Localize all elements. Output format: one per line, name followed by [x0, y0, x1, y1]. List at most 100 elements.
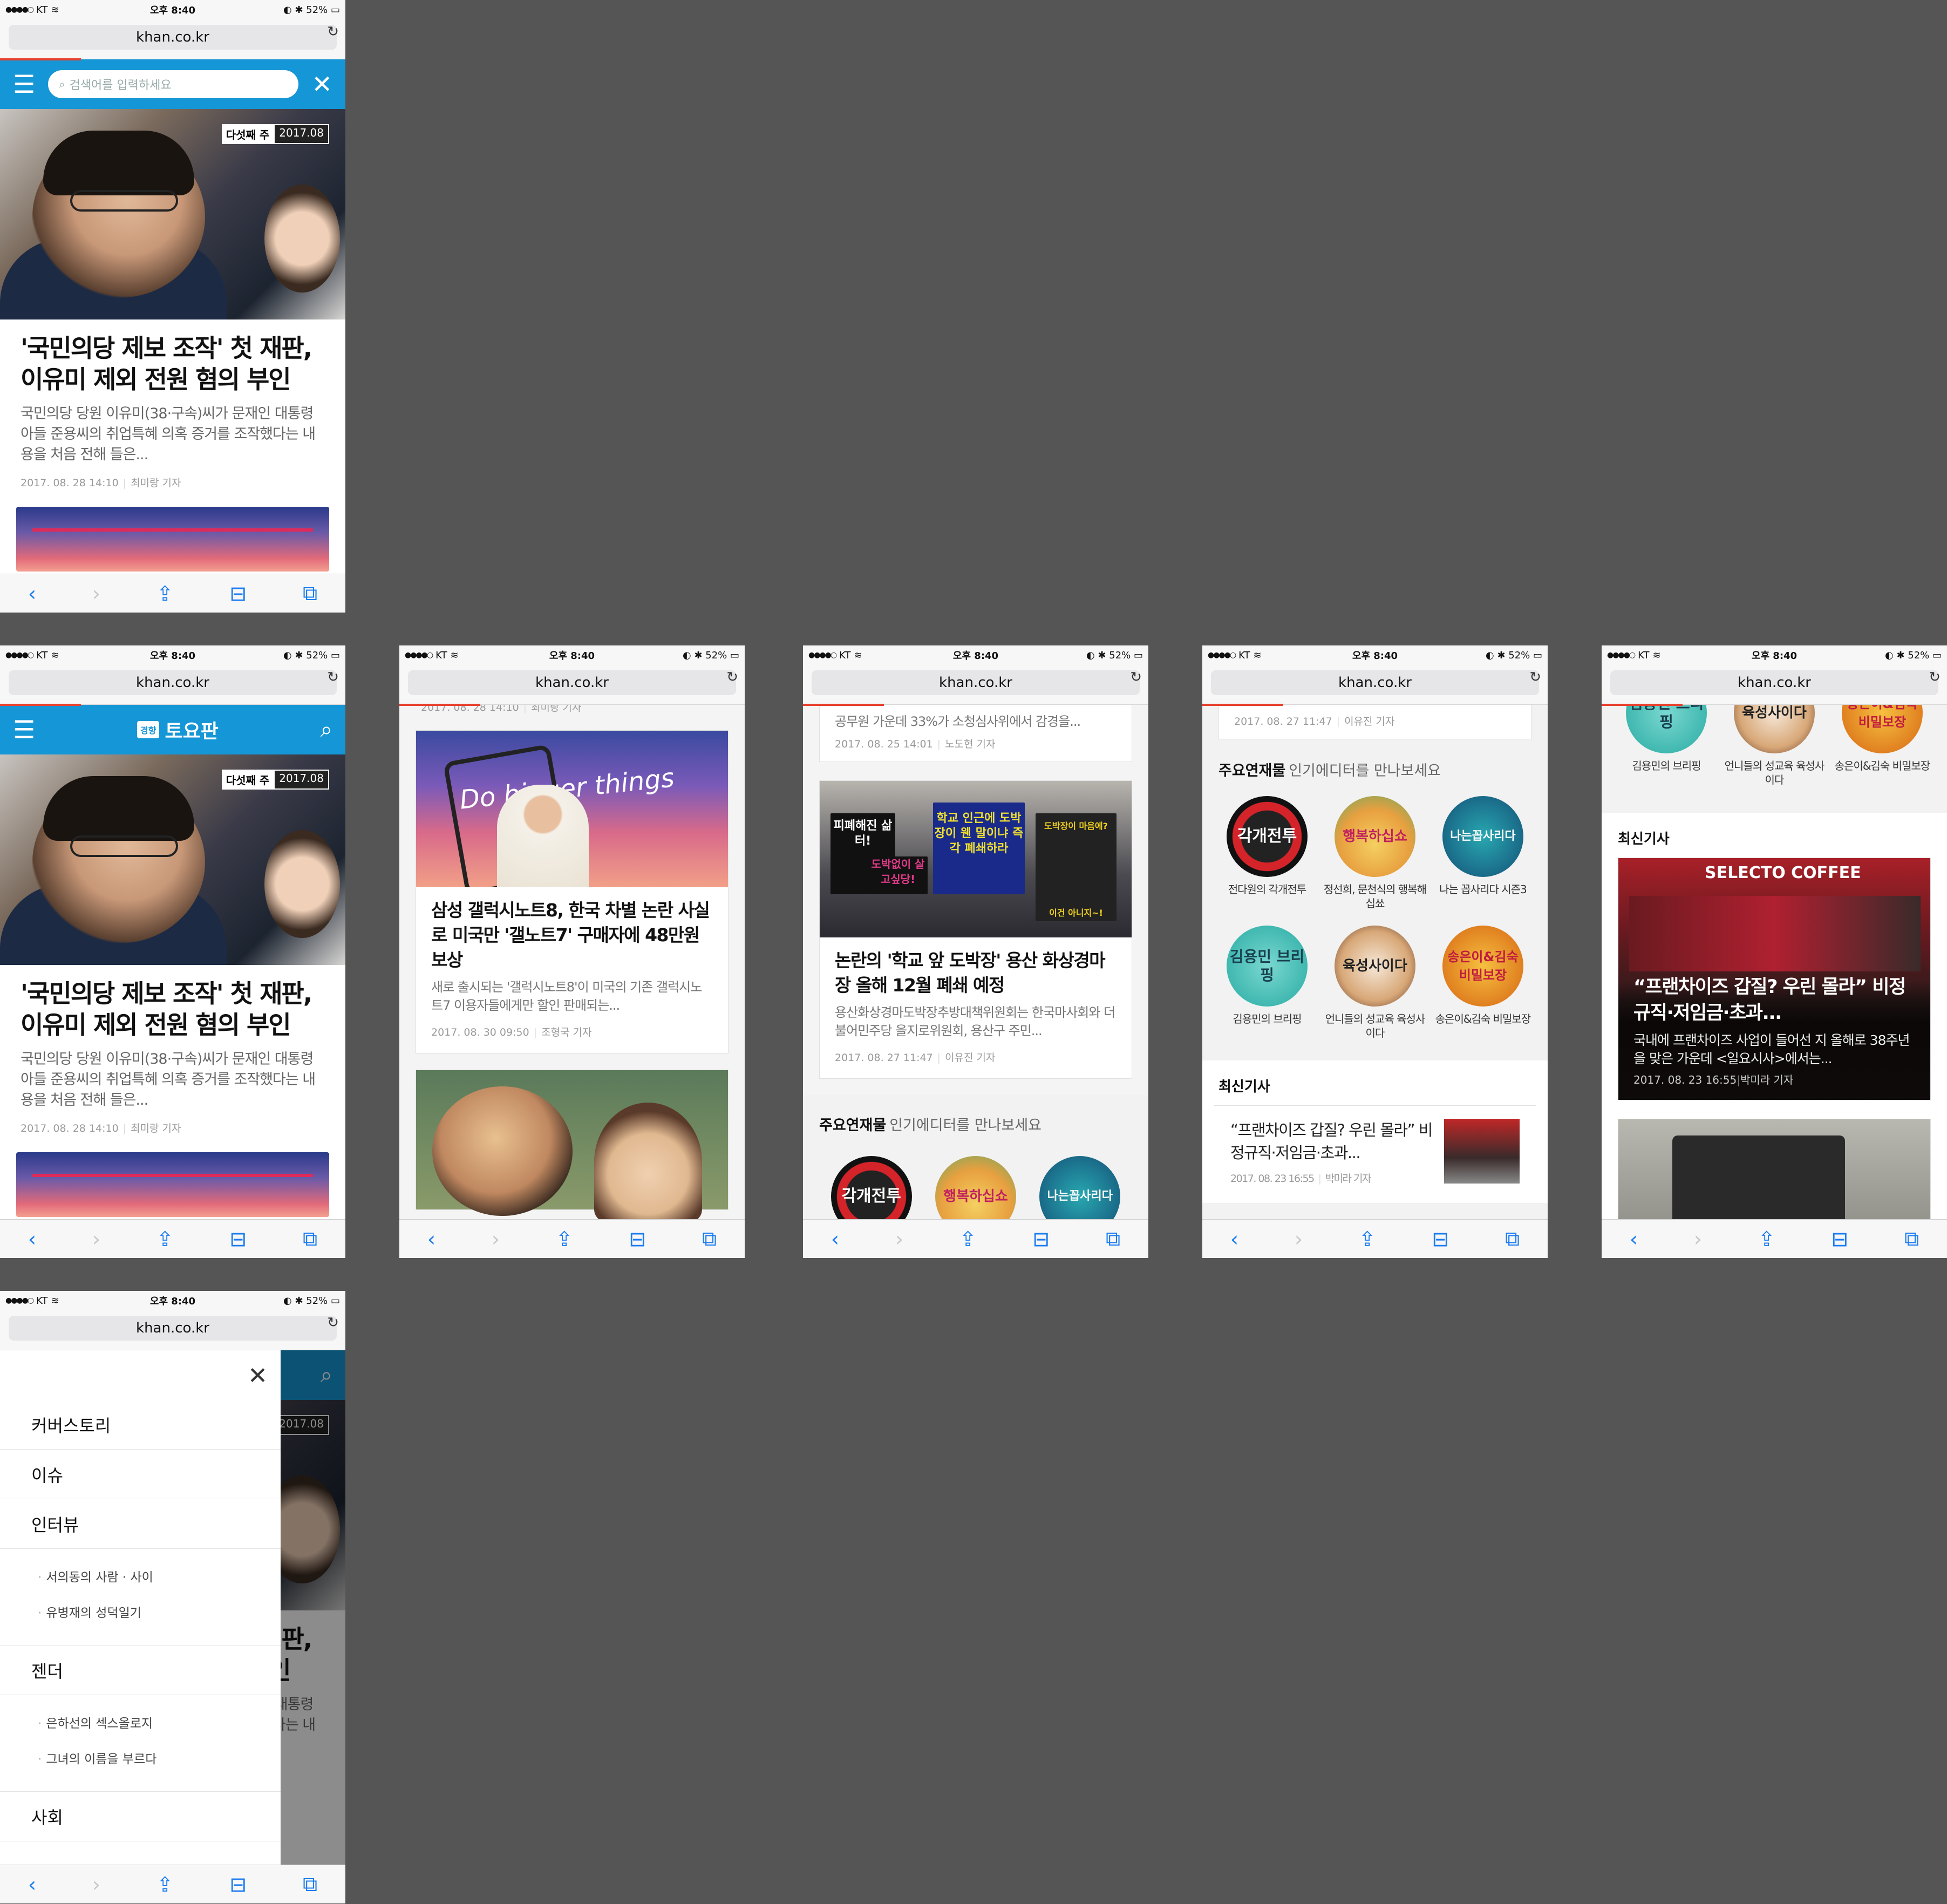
- bookmarks-icon[interactable]: ⊟: [229, 582, 247, 606]
- bookmarks-icon[interactable]: ⊟: [1831, 1227, 1848, 1251]
- lead-title[interactable]: '국민의당 제보 조작' 첫 재판, 이유미 제외 전원 혐의 부인: [21, 332, 325, 395]
- serial-thumb[interactable]: 육성사이다: [1334, 926, 1415, 1007]
- back-icon[interactable]: ‹: [28, 1227, 36, 1251]
- share-icon[interactable]: ⇪: [156, 1873, 174, 1896]
- share-icon[interactable]: ⇪: [556, 1227, 573, 1251]
- menu-overlay[interactable]: [281, 1350, 345, 1865]
- promo-image[interactable]: [16, 507, 329, 572]
- back-icon[interactable]: ‹: [28, 1873, 36, 1896]
- forward-icon[interactable]: ›: [92, 582, 100, 606]
- tabs-icon[interactable]: ⧉: [1904, 1227, 1919, 1251]
- back-icon[interactable]: ‹: [1230, 1227, 1238, 1251]
- hero-image[interactable]: 다섯째 주 2017.08: [0, 109, 345, 319]
- prev-article-tail[interactable]: 2017. 08. 27 11:47 | 이유진 기자: [1218, 705, 1531, 739]
- url-field[interactable]: khan.co.kr: [9, 1316, 337, 1341]
- serial-item[interactable]: 나는꼽사리다 나는 꼽사리다 시즌3: [1429, 796, 1537, 910]
- submenu-item[interactable]: 은하선의 섹스올로지: [38, 1706, 281, 1742]
- serial-thumb[interactable]: 김용민 브리핑: [1625, 705, 1707, 753]
- promo-image[interactable]: [16, 1152, 329, 1217]
- bookmarks-icon[interactable]: ⊟: [229, 1227, 247, 1251]
- tabs-icon[interactable]: ⧉: [1106, 1227, 1120, 1251]
- article-image[interactable]: 피폐해진 삶터! 도박없이 살고싶당! 학교 인근에 도박장이 웬 말이냐 즉각…: [820, 781, 1132, 937]
- serial-thumb[interactable]: 송은이&김숙 비밀보장: [1841, 705, 1923, 753]
- article-title[interactable]: 논란의 '학교 앞 도박장' 용산 화상경마장 올해 12월 폐쇄 예정: [835, 948, 1117, 998]
- forward-icon[interactable]: ›: [1694, 1227, 1702, 1251]
- article-card[interactable]: Do bigger things 삼성 갤럭시노트8, 한국 차별 논란 사실로…: [416, 730, 729, 1053]
- back-icon[interactable]: ‹: [1630, 1227, 1638, 1251]
- serial-thumb[interactable]: 행복하십쇼: [1334, 796, 1415, 877]
- tabs-icon[interactable]: ⧉: [303, 1872, 317, 1896]
- serial-thumb[interactable]: 김용민 브리핑: [1226, 926, 1308, 1007]
- reload-icon[interactable]: ↻: [327, 24, 339, 40]
- menu-item-society[interactable]: 사회: [0, 1792, 281, 1841]
- forward-icon[interactable]: ›: [895, 1227, 903, 1251]
- list-item-title[interactable]: “프랜차이즈 갑질? 우린 몰라” 비정규직·저임금·초과...: [1230, 1119, 1433, 1164]
- serial-item[interactable]: 김용민 브리핑김용민의 브리핑: [1213, 926, 1321, 1040]
- share-icon[interactable]: ⇪: [156, 1227, 174, 1251]
- serial-thumb[interactable]: 나는꼽사리다: [1039, 1156, 1121, 1219]
- serial-thumb[interactable]: 송은이&김숙 비밀보장: [1442, 926, 1523, 1007]
- bookmarks-icon[interactable]: ⊟: [629, 1227, 646, 1251]
- submenu-item[interactable]: 서의동의 사람 · 사이: [38, 1560, 281, 1595]
- reload-icon[interactable]: ↻: [726, 669, 738, 685]
- lead-title[interactable]: '국민의당 제보 조작' 첫 재판, 이유미 제외 전원 혐의 부인: [21, 978, 325, 1041]
- prev-article-tail[interactable]: 공무원 가운데 33%가 소청심사위에서 감경을... 2017. 08. 25…: [819, 705, 1132, 762]
- bookmarks-icon[interactable]: ⊟: [1032, 1227, 1050, 1251]
- article-title[interactable]: 삼성 갤럭시노트8, 한국 차별 논란 사실로 미국만 '갤노트7' 구매자에 …: [431, 898, 713, 973]
- serial-item[interactable]: 육성사이다 언니들의 성교육 육성사이다: [1720, 705, 1828, 787]
- menu-icon[interactable]: ☰: [13, 70, 35, 99]
- menu-icon[interactable]: ☰: [13, 715, 35, 744]
- reload-icon[interactable]: ↻: [1529, 669, 1541, 685]
- share-icon[interactable]: ⇪: [1359, 1227, 1376, 1251]
- serial-thumb[interactable]: 각개전투: [1226, 796, 1308, 877]
- serial-item[interactable]: 육성사이다 언니들의 성교육 육성사이다: [1321, 926, 1429, 1040]
- share-icon[interactable]: ⇪: [156, 582, 174, 606]
- forward-icon[interactable]: ›: [92, 1227, 100, 1251]
- url-field[interactable]: khan.co.kr: [812, 670, 1140, 695]
- lead-article[interactable]: '국민의당 제보 조작' 첫 재판, 이유미 제외 전원 혐의 부인 국민의당 …: [0, 319, 345, 489]
- list-item[interactable]: “프랜차이즈 갑질? 우린 몰라” 비정규직·저임금·초과... 2017. 0…: [1214, 1105, 1536, 1203]
- back-icon[interactable]: ‹: [28, 582, 36, 606]
- serial-thumb[interactable]: 육성사이다: [1733, 705, 1815, 753]
- back-icon[interactable]: ‹: [831, 1227, 839, 1251]
- url-field[interactable]: khan.co.kr: [1211, 670, 1539, 695]
- url-field[interactable]: khan.co.kr: [408, 670, 736, 695]
- search-icon[interactable]: ⌕: [321, 717, 332, 742]
- menu-item-cover-story[interactable]: 커버스토리: [0, 1400, 281, 1450]
- submenu-item[interactable]: 그녀의 이름을 부르다: [38, 1742, 281, 1777]
- url-field[interactable]: khan.co.kr: [9, 25, 337, 50]
- menu-item-issue[interactable]: 이슈: [0, 1450, 281, 1499]
- article-title[interactable]: “프랜차이즈 갑질? 우린 몰라” 비정규직·저임금·초과...: [1633, 974, 1915, 1026]
- close-icon[interactable]: ✕: [248, 1362, 268, 1390]
- submenu-item[interactable]: 유병재의 성덕일기: [38, 1595, 281, 1631]
- comic-image[interactable]: [416, 1070, 729, 1219]
- serial-item[interactable]: 송은이&김숙 비밀보장송은이&김숙 비밀보장: [1828, 705, 1936, 787]
- serial-thumb[interactable]: 각개전투: [830, 1156, 912, 1219]
- tabs-icon[interactable]: ⧉: [1505, 1227, 1520, 1251]
- tabs-icon[interactable]: ⧉: [303, 1227, 317, 1251]
- forward-icon[interactable]: ›: [92, 1873, 100, 1896]
- serial-item[interactable]: 각개전투 전다원의 각개전투: [1213, 796, 1321, 910]
- serial-item[interactable]: 행복하십쇼 정선희, 문천식의 행복해십쑈: [1321, 796, 1429, 910]
- url-field[interactable]: khan.co.kr: [9, 670, 337, 695]
- article-card[interactable]: 피폐해진 삶터! 도박없이 살고싶당! 학교 인근에 도박장이 웬 말이냐 즉각…: [819, 780, 1132, 1079]
- reload-icon[interactable]: ↻: [1130, 669, 1142, 685]
- menu-item-interview[interactable]: 인터뷰: [0, 1499, 281, 1549]
- share-icon[interactable]: ⇪: [959, 1227, 977, 1251]
- tabs-icon[interactable]: ⧉: [702, 1227, 717, 1251]
- reload-icon[interactable]: ↻: [327, 1315, 339, 1331]
- bookmarks-icon[interactable]: ⊟: [229, 1873, 247, 1896]
- bookmarks-icon[interactable]: ⊟: [1432, 1227, 1449, 1251]
- serial-thumb[interactable]: 행복하십쇼: [935, 1156, 1016, 1219]
- site-logo[interactable]: 경향토요판: [137, 716, 219, 744]
- share-icon[interactable]: ⇪: [1758, 1227, 1775, 1251]
- hero-image[interactable]: 다섯째 주 2017.08: [0, 754, 345, 965]
- close-icon[interactable]: ✕: [311, 70, 332, 99]
- article-image[interactable]: [1618, 1119, 1931, 1219]
- back-icon[interactable]: ‹: [427, 1227, 435, 1251]
- reload-icon[interactable]: ↻: [1929, 669, 1941, 685]
- list-item-thumb[interactable]: [1444, 1119, 1520, 1184]
- forward-icon[interactable]: ›: [1295, 1227, 1303, 1251]
- tabs-icon[interactable]: ⧉: [303, 581, 317, 606]
- serial-item[interactable]: 김용민 브리핑김용민의 브리핑: [1612, 705, 1720, 787]
